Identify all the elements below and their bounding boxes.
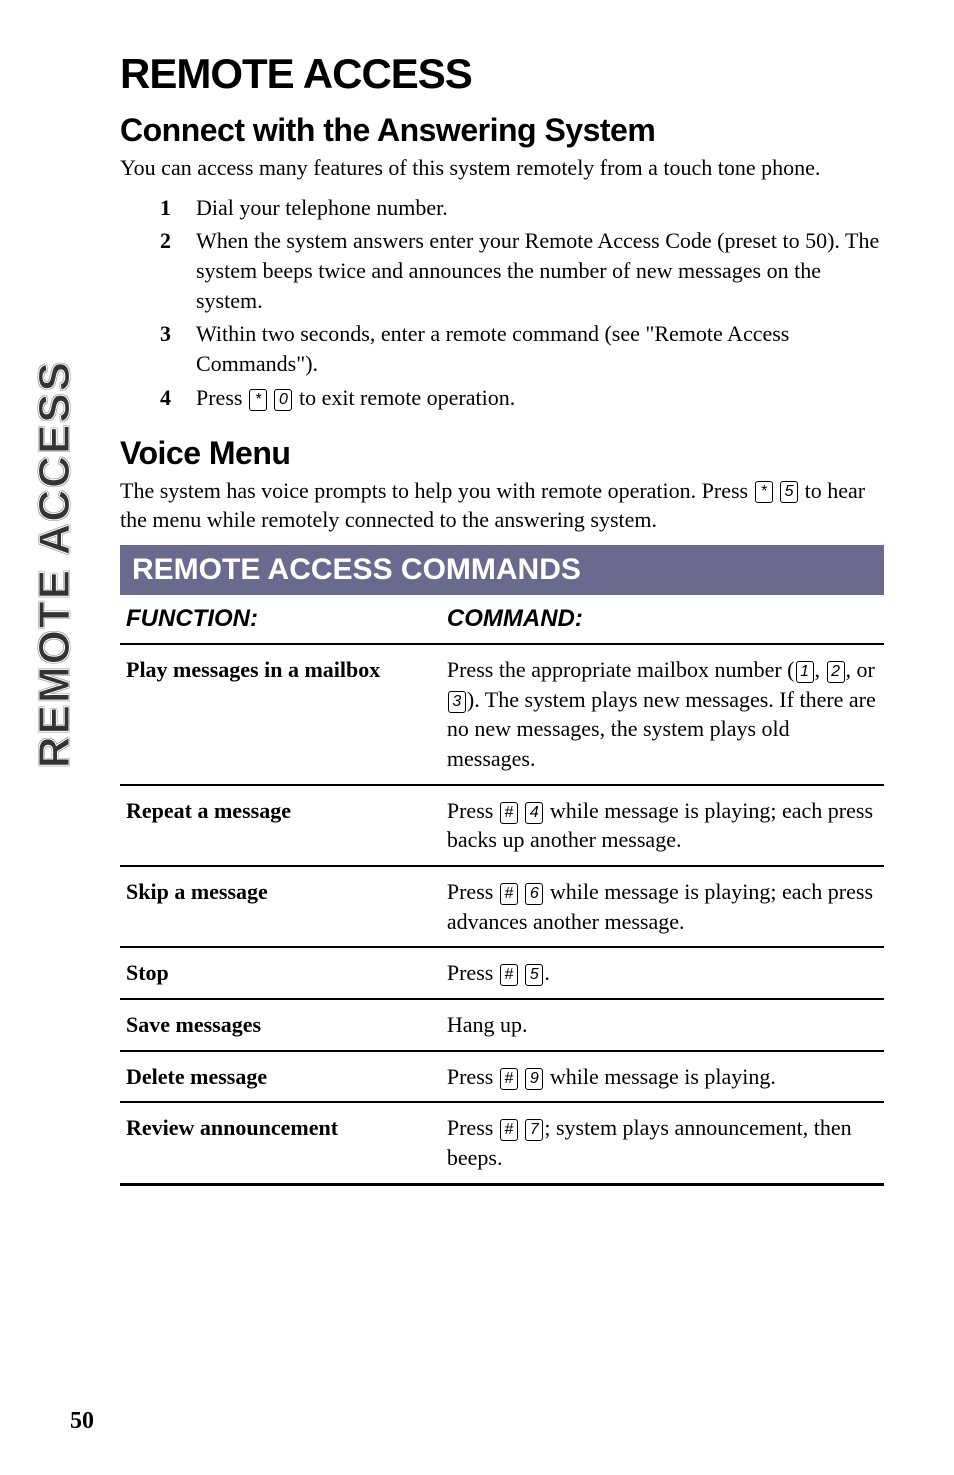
key-five-icon: 5 — [780, 481, 798, 503]
table-row: Delete messagePress # 9 while message is… — [120, 1051, 884, 1103]
function-cell: Save messages — [120, 999, 441, 1051]
command-text: Press — [447, 1115, 499, 1140]
command-text: Press the appropriate mailbox number ( — [447, 657, 795, 682]
key-icon: # — [500, 802, 518, 824]
key-zero-icon: 0 — [274, 389, 292, 411]
commands-table: FUNCTION: COMMAND: Play messages in a ma… — [120, 595, 884, 1186]
key-icon: 7 — [525, 1119, 543, 1141]
command-cell: Press # 5. — [441, 947, 884, 999]
command-text — [519, 1064, 525, 1089]
function-cell: Review announcement — [120, 1102, 441, 1184]
page-title: REMOTE ACCESS — [120, 50, 884, 98]
steps-list: 1 Dial your telephone number. 2 When the… — [160, 193, 884, 413]
step-item: 4 Press * 0 to exit remote operation. — [160, 383, 884, 413]
key-icon: # — [500, 883, 518, 905]
command-cell: Press # 9 while message is playing. — [441, 1051, 884, 1103]
command-text: while message is playing. — [544, 1064, 776, 1089]
column-header-function: FUNCTION: — [120, 595, 441, 644]
section-heading-voice-menu: Voice Menu — [120, 435, 884, 472]
key-icon: # — [500, 964, 518, 986]
command-text: . — [544, 960, 550, 985]
function-cell: Delete message — [120, 1051, 441, 1103]
step-number: 3 — [160, 319, 196, 378]
command-cell: Press # 6 while message is playing; each… — [441, 866, 884, 947]
step-text-suffix: to exit remote operation. — [293, 385, 515, 410]
command-text: Press — [447, 798, 499, 823]
function-cell: Skip a message — [120, 866, 441, 947]
table-row: StopPress # 5. — [120, 947, 884, 999]
step-item: 2 When the system answers enter your Rem… — [160, 226, 884, 315]
page-number: 50 — [70, 1408, 94, 1435]
table-row: Skip a messagePress # 6 while message is… — [120, 866, 884, 947]
key-icon: # — [500, 1068, 518, 1090]
command-text: , — [815, 657, 826, 682]
table-row: Review announcementPress # 7; system pla… — [120, 1102, 884, 1184]
command-text: Press — [447, 879, 499, 904]
command-text — [519, 960, 525, 985]
function-cell: Stop — [120, 947, 441, 999]
command-text: Hang up. — [447, 1012, 528, 1037]
command-cell: Hang up. — [441, 999, 884, 1051]
command-text — [519, 879, 525, 904]
step-number: 1 — [160, 193, 196, 223]
command-text: , or — [846, 657, 875, 682]
command-cell: Press the appropriate mailbox number (1,… — [441, 644, 884, 785]
command-cell: Press # 7; system plays announcement, th… — [441, 1102, 884, 1184]
section-heading-connect: Connect with the Answering System — [120, 112, 884, 149]
step-number: 2 — [160, 226, 196, 315]
key-star-icon: * — [755, 481, 773, 503]
command-cell: Press # 4 while message is playing; each… — [441, 785, 884, 866]
table-header-row: FUNCTION: COMMAND: — [120, 595, 884, 644]
function-cell: Play messages in a mailbox — [120, 644, 441, 785]
step-text-prefix: Press — [196, 385, 248, 410]
voice-menu-prefix: The system has voice prompts to help you… — [120, 478, 754, 503]
table-row: Save messagesHang up. — [120, 999, 884, 1051]
step-number: 4 — [160, 383, 196, 413]
table-row: Play messages in a mailboxPress the appr… — [120, 644, 884, 785]
key-star-icon: * — [249, 389, 267, 411]
key-icon: 3 — [448, 691, 466, 713]
command-text: ). The system plays new messages. If the… — [447, 687, 876, 771]
function-cell: Repeat a message — [120, 785, 441, 866]
command-text: Press — [447, 960, 499, 985]
step-text: Within two seconds, enter a remote comma… — [196, 319, 884, 378]
key-icon: 1 — [796, 661, 814, 683]
key-icon: 2 — [827, 661, 845, 683]
column-header-command: COMMAND: — [441, 595, 884, 644]
key-icon: 6 — [525, 883, 543, 905]
side-tab-label: REMOTE ACCESS — [30, 360, 80, 768]
table-row: Repeat a messagePress # 4 while message … — [120, 785, 884, 866]
key-icon: 5 — [525, 964, 543, 986]
command-text — [519, 1115, 525, 1140]
step-text: Press * 0 to exit remote operation. — [196, 383, 884, 413]
commands-table-header: REMOTE ACCESS COMMANDS — [120, 545, 884, 595]
key-icon: # — [500, 1119, 518, 1141]
key-icon: 4 — [525, 802, 543, 824]
command-text — [519, 798, 525, 823]
section-intro-connect: You can access many features of this sys… — [120, 153, 884, 183]
step-item: 3 Within two seconds, enter a remote com… — [160, 319, 884, 378]
section-intro-voice-menu: The system has voice prompts to help you… — [120, 476, 884, 535]
step-item: 1 Dial your telephone number. — [160, 193, 884, 223]
command-text: Press — [447, 1064, 499, 1089]
step-text: When the system answers enter your Remot… — [196, 226, 884, 315]
key-icon: 9 — [525, 1068, 543, 1090]
step-text: Dial your telephone number. — [196, 193, 884, 223]
